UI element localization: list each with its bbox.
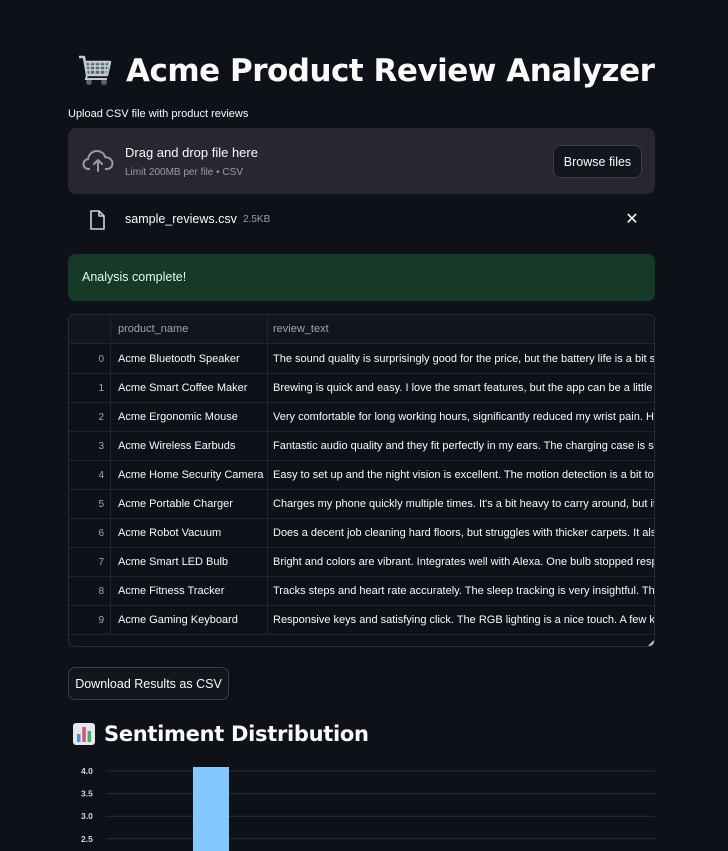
app-title: Acme Product Review Analyzer (126, 53, 655, 89)
cell-review-text[interactable]: Bright and colors are vibrant. Integrate… (268, 548, 654, 577)
section-title: Sentiment Distribution (104, 722, 369, 746)
download-csv-button[interactable]: Download Results as CSV (68, 667, 229, 700)
uploaded-file: sample_reviews.csv 2.5KB ✕ (68, 200, 655, 240)
row-index: 3 (69, 432, 111, 461)
cell-review-text[interactable]: Charges my phone quickly multiple times.… (268, 490, 654, 519)
cell-review-text[interactable]: Very comfortable for long working hours,… (268, 403, 654, 432)
cell-review-text[interactable]: Tracks steps and heart rate accurately. … (268, 577, 654, 606)
cell-product-name[interactable]: Acme Home Security Camera (111, 461, 268, 490)
y-tick-label: 3.0 (81, 811, 93, 821)
dropzone-instructions: Drag and drop file here (125, 145, 258, 160)
row-index: 4 (69, 461, 111, 490)
table-row[interactable]: 2 Acme Ergonomic Mouse Very comfortable fo… (69, 403, 654, 432)
y-tick-label: 2.5 (81, 834, 93, 844)
table-row[interactable]: 9 Acme Gaming Keyboard Responsive keys and… (69, 606, 654, 635)
cell-product-name[interactable]: Acme Smart Coffee Maker (111, 374, 268, 403)
cell-product-name[interactable]: Acme Wireless Earbuds (111, 432, 268, 461)
results-table[interactable]: product_name review_text 0 Acme Bluetooth… (68, 314, 655, 647)
table-row[interactable]: 4 Acme Home Security Camera Easy to set up… (69, 461, 654, 490)
cell-review-text[interactable]: Does a decent job cleaning hard floors, … (268, 519, 654, 548)
row-index: 7 (69, 548, 111, 577)
upload-label: Upload CSV file with product reviews (68, 108, 249, 120)
column-header-review-text[interactable]: review_text (268, 315, 654, 344)
dropzone-limit: Limit 200MB per file • CSV (125, 167, 243, 178)
browse-files-button[interactable]: Browse files (553, 145, 642, 178)
table-row[interactable]: 7 Acme Smart LED Bulb Bright and colors ar… (69, 548, 654, 577)
file-size: 2.5KB (243, 214, 271, 225)
cell-product-name[interactable]: Acme Ergonomic Mouse (111, 403, 268, 432)
page-title: Acme Product Review Analyzer (74, 50, 655, 92)
cell-product-name[interactable]: Acme Fitness Tracker (111, 577, 268, 606)
table-row[interactable]: 5 Acme Portable Charger Charges my phone q… (69, 490, 654, 519)
file-name: sample_reviews.csv (125, 212, 237, 226)
cell-review-text[interactable]: Easy to set up and the night vision is e… (268, 461, 654, 490)
table-row[interactable]: 6 Acme Robot Vacuum Does a decent job clea… (69, 519, 654, 548)
cell-review-text[interactable]: The sound quality is surprisingly good f… (268, 345, 654, 374)
column-header-product-name[interactable]: product_name (111, 315, 268, 344)
table-row[interactable]: 3 Acme Wireless Earbuds Fantastic audio qu… (69, 432, 654, 461)
table-header: product_name review_text (69, 315, 654, 344)
section-heading: Sentiment Distribution (72, 722, 369, 746)
cloud-upload-icon (82, 148, 114, 174)
y-tick-label: 3.5 (81, 789, 93, 799)
row-index: 9 (69, 606, 111, 635)
row-index: 0 (69, 345, 111, 374)
cell-product-name[interactable]: Acme Gaming Keyboard (111, 606, 268, 635)
sentiment-bar-chart: 4.0 3.5 3.0 2.5 (81, 766, 655, 851)
cell-product-name[interactable]: Acme Robot Vacuum (111, 519, 268, 548)
cell-review-text[interactable]: Responsive keys and satisfying click. Th… (268, 606, 654, 635)
row-index: 8 (69, 577, 111, 606)
column-header-index[interactable] (69, 315, 111, 344)
resize-handle[interactable] (648, 640, 654, 646)
row-index: 2 (69, 403, 111, 432)
file-dropzone[interactable]: Drag and drop file here Limit 200MB per … (68, 128, 655, 194)
table-row[interactable]: 8 Acme Fitness Tracker Tracks steps and he… (69, 577, 654, 606)
cell-product-name[interactable]: Acme Portable Charger (111, 490, 268, 519)
cell-product-name[interactable]: Acme Smart LED Bulb (111, 548, 268, 577)
file-icon (89, 210, 105, 230)
close-icon[interactable]: ✕ (623, 211, 641, 229)
y-tick-label: 4.0 (81, 766, 93, 776)
shopping-cart-icon (74, 50, 116, 92)
success-message: Analysis complete! (82, 270, 187, 284)
table-row[interactable]: 0 Acme Bluetooth Speaker The sound quality… (69, 345, 654, 374)
row-index: 6 (69, 519, 111, 548)
cell-review-text[interactable]: Brewing is quick and easy. I love the sm… (268, 374, 654, 403)
row-index: 1 (69, 374, 111, 403)
cell-product-name[interactable]: Acme Bluetooth Speaker (111, 345, 268, 374)
bar-chart-icon (72, 722, 96, 746)
table-row[interactable]: 1 Acme Smart Coffee Maker Brewing is quick… (69, 374, 654, 403)
success-alert: Analysis complete! (68, 254, 655, 301)
row-index: 5 (69, 490, 111, 519)
cell-review-text[interactable]: Fantastic audio quality and they fit per… (268, 432, 654, 461)
chart-bar[interactable] (193, 767, 229, 851)
